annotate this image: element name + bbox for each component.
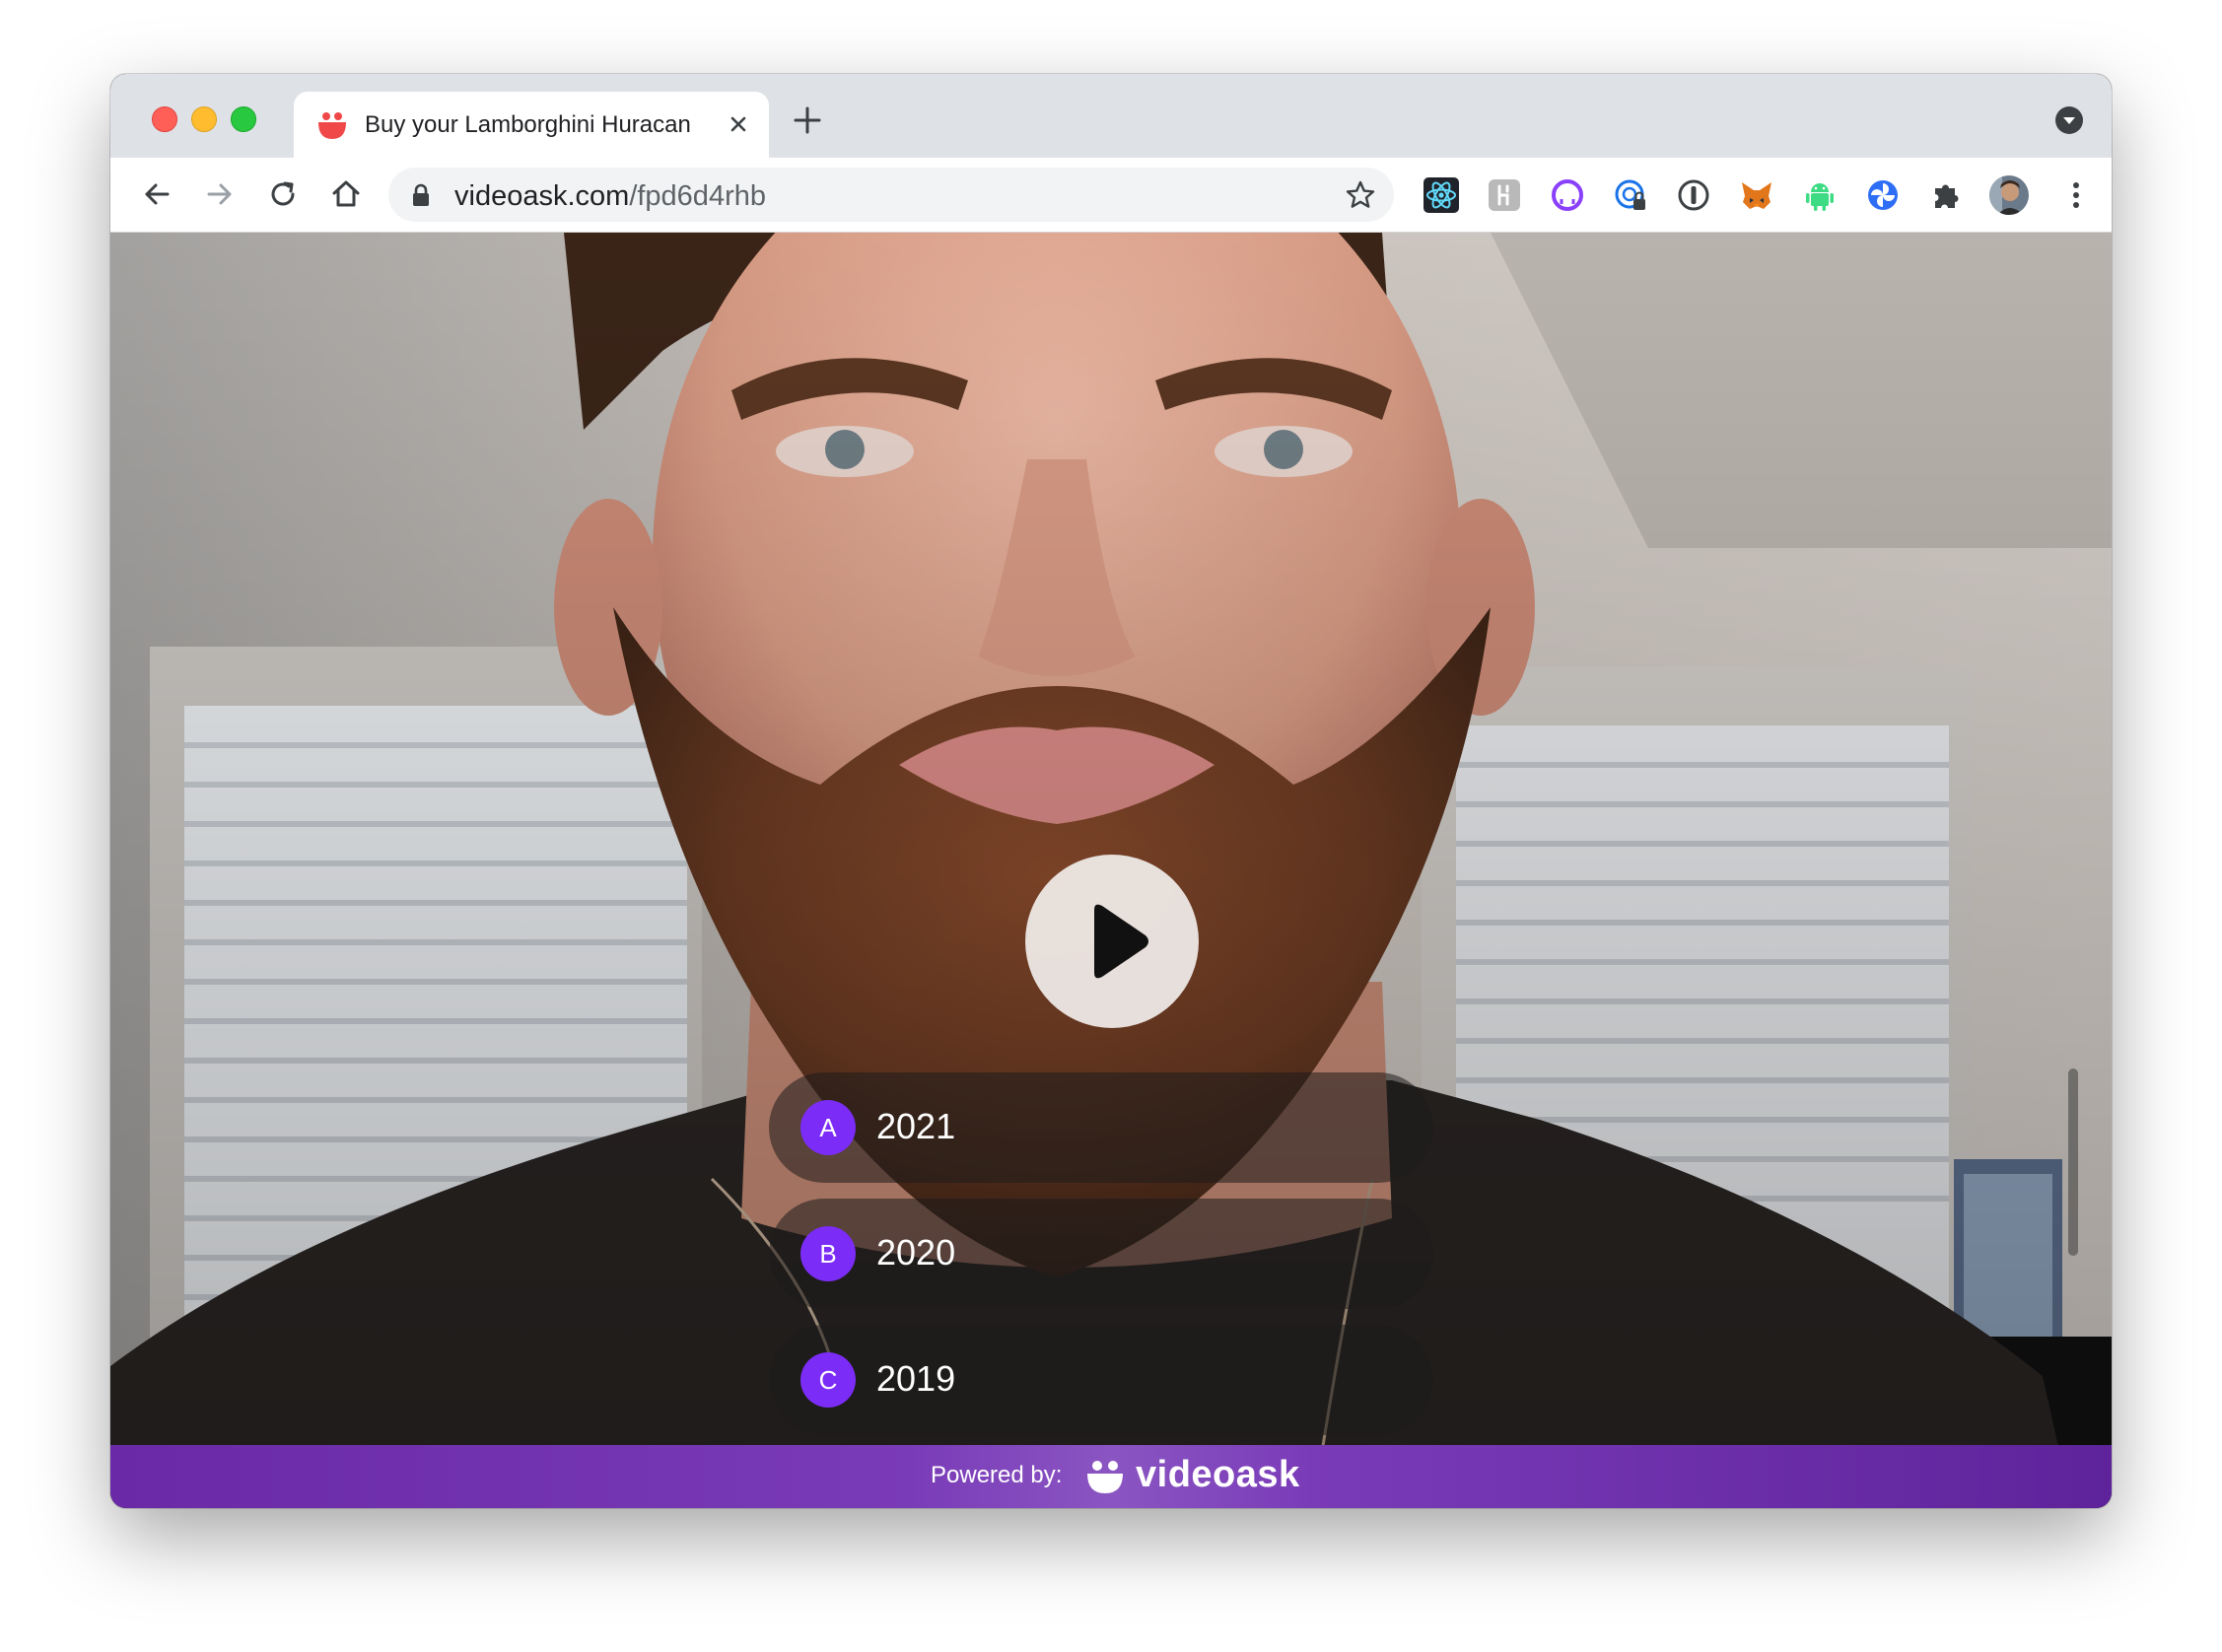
option-c[interactable]: C 2019 [769, 1325, 1433, 1435]
page-content: A 2021 B 2020 C 2019 D 2018 Powered by: [110, 233, 2112, 1508]
maximize-window-button[interactable] [231, 106, 256, 132]
bookmark-star-icon[interactable] [1345, 179, 1376, 211]
powered-by-label: Powered by: [931, 1462, 1063, 1488]
option-key: B [800, 1226, 856, 1281]
puzzle-extensions-icon[interactable] [1927, 176, 1965, 214]
tab-strip: Buy your Lamborghini Huracan [110, 74, 2112, 158]
new-tab-icon[interactable] [793, 105, 822, 135]
github-icon[interactable] [1549, 176, 1586, 214]
option-a[interactable]: A 2021 [769, 1072, 1433, 1183]
close-tab-icon[interactable] [722, 107, 755, 141]
pinwheel-icon[interactable] [1864, 176, 1902, 214]
videoask-favicon-icon [318, 112, 346, 139]
lock-icon[interactable] [410, 182, 432, 208]
tab-search-icon[interactable] [2054, 105, 2084, 135]
reload-icon[interactable] [264, 175, 302, 213]
close-window-button[interactable] [152, 106, 177, 132]
play-icon [1094, 904, 1148, 979]
url-host: videoask.com [454, 180, 630, 212]
option-label: 2021 [876, 1106, 956, 1146]
url-path: /fpd6d4rhb [629, 180, 766, 212]
option-key: C [800, 1352, 856, 1408]
password-manager-icon[interactable] [1612, 176, 1649, 214]
play-button[interactable] [1025, 855, 1199, 1028]
option-key: A [800, 1100, 856, 1155]
android-icon[interactable] [1801, 176, 1839, 214]
brand-name: videoask [1136, 1454, 1300, 1495]
react-devtools-icon[interactable] [1423, 176, 1460, 214]
scrollbar-thumb[interactable] [2068, 1068, 2078, 1256]
url-text[interactable]: videoask.com/fpd6d4rhb [454, 180, 766, 213]
onepassword-icon[interactable] [1675, 176, 1712, 214]
active-tab[interactable]: Buy your Lamborghini Huracan [294, 92, 769, 158]
home-icon[interactable] [327, 175, 365, 213]
videoask-logo-icon [1087, 1461, 1123, 1493]
option-b[interactable]: B 2020 [769, 1199, 1433, 1309]
address-bar[interactable]: videoask.com/fpd6d4rhb [388, 168, 1394, 222]
browser-window: Buy your Lamborghini Huracan videoask.co… [110, 74, 2112, 1508]
back-arrow-icon[interactable] [138, 175, 175, 213]
metamask-fox-icon[interactable] [1738, 176, 1775, 214]
profile-avatar[interactable] [1988, 174, 2030, 216]
powered-by-footer[interactable]: Powered by: videoask [110, 1445, 2112, 1508]
option-label: 2019 [876, 1358, 956, 1399]
minimize-window-button[interactable] [191, 106, 217, 132]
forward-arrow-icon[interactable] [201, 175, 239, 213]
hint-icon[interactable] [1486, 176, 1523, 214]
browser-toolbar: videoask.com/fpd6d4rhb [110, 158, 2112, 233]
tab-title: Buy your Lamborghini Huracan [365, 111, 691, 138]
browser-menu-icon[interactable] [2057, 176, 2095, 214]
option-label: 2020 [876, 1232, 956, 1273]
